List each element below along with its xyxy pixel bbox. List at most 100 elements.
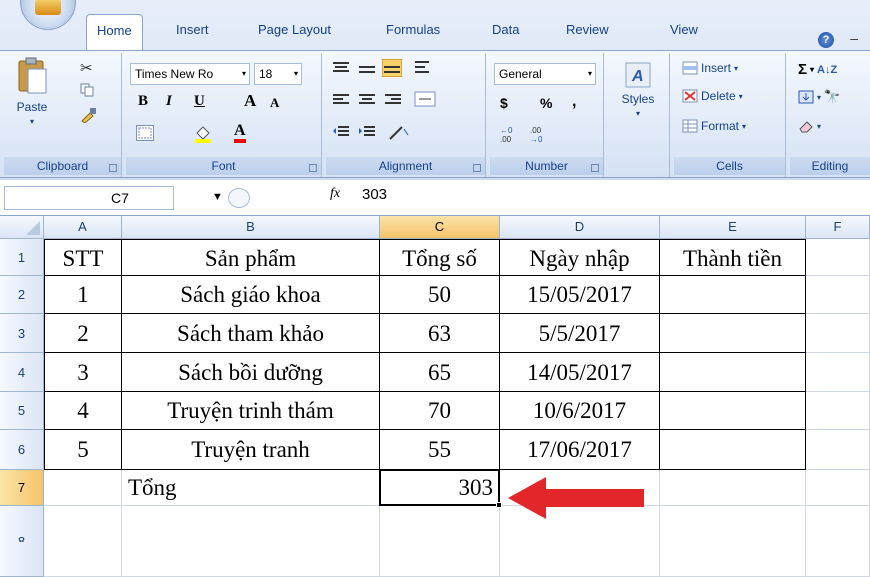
tab-insert[interactable]: Insert (176, 22, 209, 37)
format-painter-button[interactable] (80, 107, 98, 123)
cell-a6[interactable]: 5 (44, 430, 122, 470)
align-top-button[interactable] (332, 61, 350, 75)
cell-c5[interactable]: 70 (380, 392, 500, 430)
currency-button[interactable]: $ (500, 95, 508, 111)
copy-button[interactable] (80, 83, 94, 97)
tab-formulas[interactable]: Formulas (386, 22, 440, 37)
cell-c6[interactable]: 55 (380, 430, 500, 470)
row-header-7[interactable]: 7 (0, 470, 44, 506)
row-header-1[interactable]: 1 (0, 239, 44, 276)
decrease-indent-button[interactable] (332, 125, 350, 139)
cell-b2[interactable]: Sách giáo khoa (122, 276, 380, 314)
cell-a5[interactable]: 4 (44, 392, 122, 430)
cell-e2[interactable] (660, 276, 806, 314)
align-middle-button[interactable] (358, 63, 376, 77)
cell-e6[interactable] (660, 430, 806, 470)
row-header-5[interactable]: 5 (0, 392, 44, 430)
cell-b4[interactable]: Sách bồi dưỡng (122, 353, 380, 392)
row-header-6[interactable]: 6 (0, 430, 44, 470)
column-header-c[interactable]: C (380, 216, 500, 239)
column-header-d[interactable]: D (500, 216, 660, 239)
comma-button[interactable]: , (572, 93, 576, 111)
fill-handle[interactable] (496, 502, 502, 508)
cell-f3[interactable] (806, 314, 870, 353)
cell-e3[interactable] (660, 314, 806, 353)
font-size-select[interactable]: 18 ▾ (254, 63, 302, 85)
increase-indent-button[interactable] (358, 125, 376, 139)
cell-b5[interactable]: Truyện trinh thám (122, 392, 380, 430)
orientation-button[interactable] (414, 59, 432, 77)
cell-b6[interactable]: Truyện tranh (122, 430, 380, 470)
cell-f2[interactable] (806, 276, 870, 314)
underline-button[interactable]: U (194, 93, 205, 110)
cell-e5[interactable] (660, 392, 806, 430)
cell-b3[interactable]: Sách tham khảo (122, 314, 380, 353)
clear-button[interactable]: ▾ (798, 119, 821, 133)
italic-button[interactable]: I (166, 93, 172, 110)
formula-bar-circle-icon[interactable] (228, 188, 250, 208)
cell-e7[interactable] (660, 470, 806, 506)
align-left-button[interactable] (332, 93, 350, 107)
column-header-e[interactable]: E (660, 216, 806, 239)
cell-e8[interactable] (660, 506, 806, 577)
paste-button[interactable]: Paste ▾ (12, 57, 52, 126)
cell-d3[interactable]: 5/5/2017 (500, 314, 660, 353)
tab-view[interactable]: View (670, 22, 698, 37)
row-header-3[interactable]: 3 (0, 314, 44, 353)
clipboard-dialog-launcher[interactable] (109, 164, 117, 172)
font-dialog-launcher[interactable] (309, 164, 317, 172)
cell-a7[interactable] (44, 470, 122, 506)
styles-button[interactable]: A Styles ▾ (616, 61, 660, 118)
cell-f4[interactable] (806, 353, 870, 392)
tab-page-layout[interactable]: Page Layout (258, 22, 331, 37)
column-header-b[interactable]: B (122, 216, 380, 239)
cell-f1[interactable] (806, 239, 870, 276)
cell-a3[interactable]: 2 (44, 314, 122, 353)
cell-f7[interactable] (806, 470, 870, 506)
name-box-dropdown-icon[interactable]: ▼ (212, 191, 223, 203)
cell-f5[interactable] (806, 392, 870, 430)
grow-font-button[interactable]: A (244, 91, 256, 111)
cell-a1[interactable]: STT (44, 239, 122, 276)
row-header-4[interactable]: 4 (0, 353, 44, 392)
tab-data[interactable]: Data (492, 22, 519, 37)
cell-a4[interactable]: 3 (44, 353, 122, 392)
cell-c4[interactable]: 65 (380, 353, 500, 392)
select-all-button[interactable] (0, 216, 44, 239)
number-format-select[interactable]: General ▾ (494, 63, 596, 85)
cell-c1[interactable]: Tổng số (380, 239, 500, 276)
cell-c8[interactable] (380, 506, 500, 577)
cell-d5[interactable]: 10/6/2017 (500, 392, 660, 430)
align-bottom-button[interactable] (382, 59, 402, 77)
autosum-button[interactable]: Σ ▾ A↓Z (798, 61, 837, 78)
row-header-partial[interactable] (0, 542, 44, 577)
font-name-select[interactable]: Times New Ro ▾ (130, 63, 250, 85)
fill-color-button[interactable] (194, 125, 212, 143)
insert-cells-button[interactable]: Insert ▾ (682, 61, 738, 75)
cell-b8[interactable] (122, 506, 380, 577)
percent-button[interactable]: % (540, 95, 552, 111)
alignment-dialog-launcher[interactable] (473, 164, 481, 172)
cell-a8[interactable] (44, 506, 122, 577)
column-header-a[interactable]: A (44, 216, 122, 239)
increase-decimal-button[interactable]: ←0.00 (498, 125, 524, 143)
delete-cells-button[interactable]: Delete ▾ (682, 89, 743, 103)
cell-a2[interactable]: 1 (44, 276, 122, 314)
cell-d4[interactable]: 14/05/2017 (500, 353, 660, 392)
formula-input[interactable]: 303 (362, 186, 387, 203)
tab-home[interactable]: Home (86, 14, 143, 50)
column-header-f[interactable]: F (806, 216, 870, 239)
minimize-icon[interactable]: – (850, 30, 858, 46)
name-box[interactable]: C7 (4, 186, 174, 210)
font-color-button[interactable]: A (234, 123, 246, 143)
merge-center-button[interactable] (414, 91, 436, 107)
cell-f8[interactable] (806, 506, 870, 577)
help-icon[interactable]: ? (818, 32, 834, 48)
cell-d6[interactable]: 17/06/2017 (500, 430, 660, 470)
cell-b7[interactable]: Tổng (122, 470, 380, 506)
cut-button[interactable]: ✂ (80, 59, 93, 77)
cell-d2[interactable]: 15/05/2017 (500, 276, 660, 314)
text-orientation-button[interactable] (388, 125, 410, 141)
cell-f6[interactable] (806, 430, 870, 470)
fill-button[interactable]: ▾ 🔭 (798, 89, 840, 105)
